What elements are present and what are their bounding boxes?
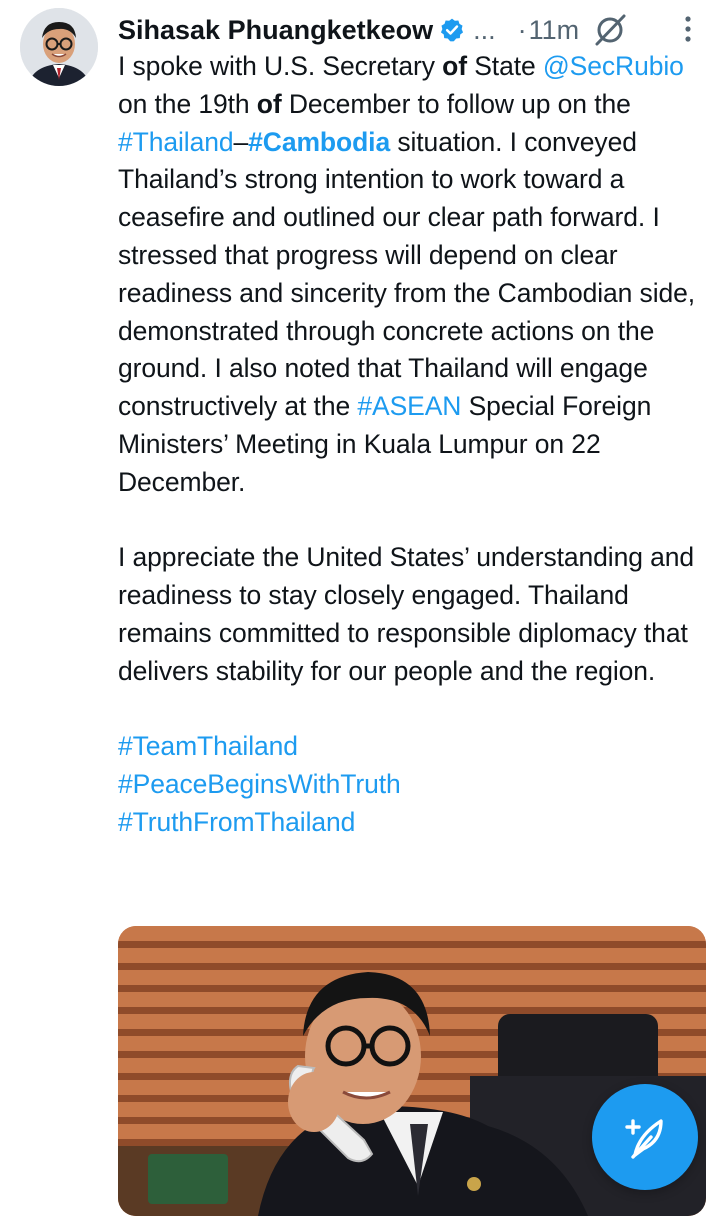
- hashtag-asean-link[interactable]: #ASEAN: [357, 391, 461, 421]
- hashtag-peacebeginswithtruth-link[interactable]: #PeaceBeginsWithTruth: [118, 769, 401, 799]
- hashtag-truthfromthailand-link[interactable]: #TruthFromThailand: [118, 807, 355, 837]
- text-bold: of: [442, 51, 467, 81]
- tweet-paragraph-2: I appreciate the United States’ understa…: [118, 542, 695, 686]
- hashtag-teamthailand-link[interactable]: #TeamThailand: [118, 731, 298, 761]
- hashtag-list: #TeamThailand #PeaceBeginsWithTruth #Tru…: [118, 728, 718, 841]
- text-run: on the 19th: [118, 88, 257, 119]
- hashtag-thailand-link[interactable]: #Thailand: [118, 127, 234, 157]
- hashtag-cambodia-link[interactable]: #Cambodia: [248, 127, 390, 157]
- verified-badge-icon: [441, 18, 464, 42]
- author-handle[interactable]: ...: [473, 15, 496, 46]
- text-run: December to follow up on the: [281, 88, 631, 119]
- tweet-paragraph-1: I spoke with U.S. Secretary of State @Se…: [118, 48, 718, 502]
- author-name[interactable]: Sihasak Phuangketkeow: [118, 15, 433, 46]
- avatar-portrait-icon: [20, 8, 98, 86]
- separator-dot: ·: [517, 14, 527, 45]
- author-avatar[interactable]: [20, 8, 98, 86]
- compose-post-button[interactable]: [592, 1084, 698, 1190]
- tweet-text: I spoke with U.S. Secretary of State @Se…: [118, 48, 718, 842]
- timestamp[interactable]: 11m: [529, 15, 580, 46]
- text-run: I spoke with U.S. Secretary: [118, 51, 443, 81]
- more-vertical-icon[interactable]: [680, 14, 696, 44]
- mention-link-secrubio[interactable]: @SecRubio: [543, 51, 684, 81]
- text-run: State: [466, 51, 543, 81]
- text-bold: of: [256, 88, 282, 119]
- text-run: situation. I conveyed Thailand’s strong …: [118, 126, 696, 422]
- tweet-header: Sihasak Phuangketkeow ... · 11m: [118, 8, 708, 52]
- text-dash: –: [233, 126, 249, 157]
- grok-icon[interactable]: [593, 13, 627, 47]
- compose-post-icon: [625, 1119, 663, 1159]
